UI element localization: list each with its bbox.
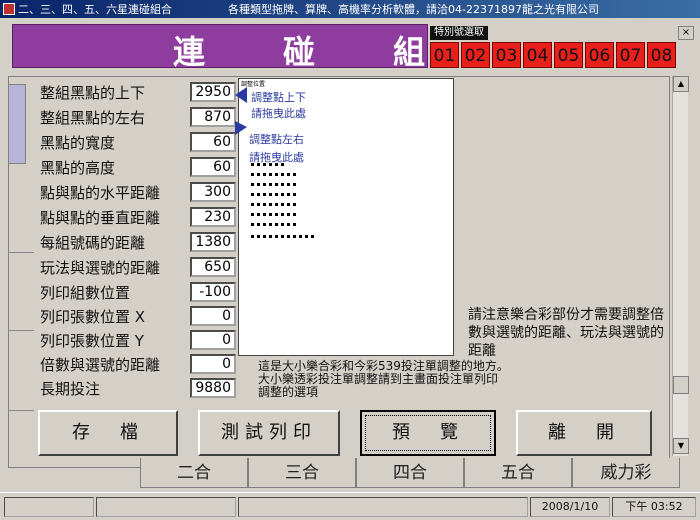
arrow-left-icon[interactable] [233,117,249,137]
status-time: 下午 03:52 [612,497,696,517]
label-multiplier-distance: 倍數與選號的距離 [40,356,161,374]
input-dot-width[interactable]: 60 [190,132,236,152]
dot-row [251,203,296,206]
banner-char-1: 連 [173,33,210,71]
note-bottom-line-3: 調整的選項 [258,385,319,399]
label-dot-h-spacing: 點與點的水平距離 [40,184,161,202]
window-subtitle: 各種類型拖牌、算牌、高機率分析軟體，請洽04-22371897龍之光有限公司 [228,3,599,16]
left-panel-stub [8,84,26,164]
save-button[interactable]: 存 檔 [38,410,178,456]
dot-row [251,183,296,186]
input-dot-height[interactable]: 60 [190,157,236,177]
tab-power-lottery[interactable]: 威力彩 [572,458,680,488]
tab-four-combo[interactable]: 四合 [356,458,464,488]
scroll-thumb[interactable] [673,376,689,394]
number-button-08[interactable]: 08 [647,42,676,68]
note-bottom: 這是大小樂合彩和今彩539投注單調整的地方。 大小樂透彩投注單調整請到主畫面投注… [258,360,509,399]
input-multiplier-distance[interactable]: 0 [190,354,236,374]
number-button-04[interactable]: 04 [523,42,552,68]
input-print-sheets-y[interactable]: 0 [190,330,236,350]
input-play-number-distance[interactable]: 650 [190,257,236,277]
vertical-scrollbar[interactable]: ▲ ▼ [672,76,689,456]
divider [8,252,34,253]
dot-row [251,223,296,226]
input-group-horizontal[interactable]: 870 [190,107,236,127]
label-play-number-distance: 玩法與選號的距離 [40,259,161,277]
number-button-07[interactable]: 07 [616,42,645,68]
window-title: 二、三、四、五、六星連碰組合 [18,3,172,16]
preview-button[interactable]: 預 覽 [360,410,496,456]
label-group-vertical: 整組黑點的上下 [40,84,146,102]
label-print-group-count-pos: 列印組數位置 [40,284,131,302]
hint-vertical-2: 請拖曳此處 [251,107,306,120]
status-cell [96,497,236,517]
test-print-button[interactable]: 測試列印 [198,410,340,456]
dot-row [251,213,296,216]
hint-vertical-1: 調整點上下 [251,91,306,104]
banner-char-2: 碰 [283,33,320,71]
input-print-sheets-x[interactable]: 0 [190,306,236,326]
input-long-term-bet[interactable]: 9880 [190,378,236,398]
title-bar: 二、三、四、五、六星連碰組合 各種類型拖牌、算牌、高機率分析軟體，請洽04-22… [0,0,700,18]
status-bar: 2008/1/10 下午 03:52 [0,492,700,520]
status-cell [4,497,94,517]
number-button-01[interactable]: 01 [430,42,459,68]
label-group-horizontal: 整組黑點的左右 [40,109,146,127]
app-icon [3,3,15,15]
dot-row [251,163,284,166]
banner-char-3: 組 [393,33,430,71]
note-lottery-adjust: 請注意樂合彩部份才需要調整倍數與選號的距離、玩法與選號的距離 [468,307,664,359]
title-banner: 連 碰 組 [12,24,428,71]
game-tabs: 二合 三合 四合 五合 威力彩 [140,458,680,488]
arrow-up-icon[interactable] [233,85,249,105]
input-group-spacing[interactable]: 1380 [190,232,236,252]
input-print-group-count-pos[interactable]: -100 [190,282,236,302]
label-dot-height: 黑點的高度 [40,159,116,177]
number-button-06[interactable]: 06 [585,42,614,68]
number-button-05[interactable]: 05 [554,42,583,68]
tab-five-combo[interactable]: 五合 [464,458,572,488]
exit-button[interactable]: 離 開 [516,410,652,456]
status-cell [238,497,528,517]
dot-row [251,235,314,238]
label-group-spacing: 每組號碼的距離 [40,234,146,252]
print-preview-canvas[interactable]: 調整位置 調整點上下 請拖曳此處 調整點左右 請拖曳此處 [235,78,454,356]
input-group-vertical[interactable]: 2950 [190,82,236,102]
input-dot-v-spacing[interactable]: 230 [190,207,236,227]
status-date: 2008/1/10 [530,497,610,517]
hint-horizontal-1: 調整點左右 [249,133,304,146]
scroll-up-icon[interactable]: ▲ [673,76,689,92]
number-button-02[interactable]: 02 [461,42,490,68]
label-long-term-bet: 長期投注 [40,380,101,398]
divider [8,330,34,331]
label-dot-v-spacing: 點與點的垂直距離 [40,209,161,227]
label-print-sheets-x: 列印張數位置 X [40,308,146,326]
divider [8,410,34,411]
label-dot-width: 黑點的寬度 [40,134,116,152]
tab-three-combo[interactable]: 三合 [248,458,356,488]
scroll-down-icon[interactable]: ▼ [673,438,689,454]
label-print-sheets-y: 列印張數位置 Y [40,332,144,350]
dot-row [251,193,296,196]
special-number-label: 特別號選取 [430,26,488,40]
dot-row [251,173,296,176]
number-button-03[interactable]: 03 [492,42,521,68]
tab-two-combo[interactable]: 二合 [140,458,248,488]
input-dot-h-spacing[interactable]: 300 [190,182,236,202]
special-number-row: 01 02 03 04 05 06 07 08 [430,42,676,68]
close-icon[interactable]: × [678,26,694,40]
